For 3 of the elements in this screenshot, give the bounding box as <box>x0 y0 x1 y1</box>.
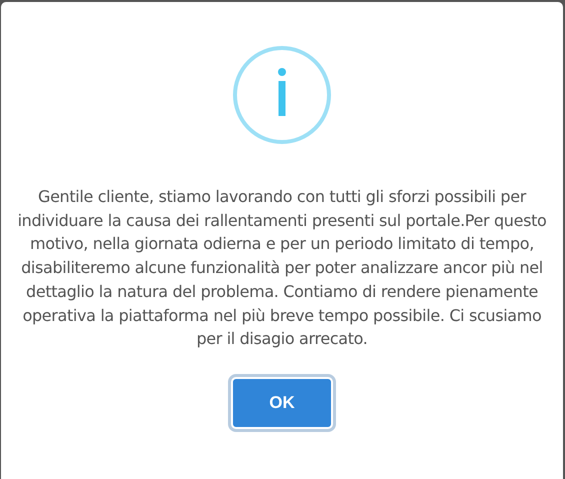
info-icon <box>232 45 332 145</box>
ok-button[interactable]: OK <box>231 376 333 429</box>
dialog-message: Gentile cliente, stiamo lavorando con tutti gli sforzi possibili per individuare la causa dei rallentamenti presenti sul portale.Per questo motivo, nella giornata odierna e per un periodo limitato di tempo, disabiliteremo alcune funzionalità per poter analizzare ancor più nel dettaglio la natura del problema. Contiamo di rendere pienamente operativa la piattaforma nel più breve tempo possibile. Ci scusiamo per il disagio arrecato. <box>17 186 547 350</box>
